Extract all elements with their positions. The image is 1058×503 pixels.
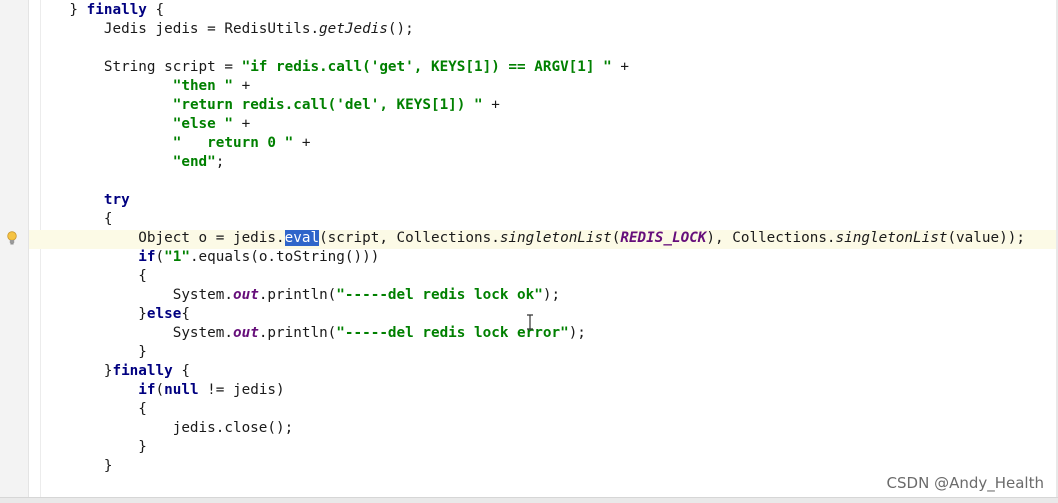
code-token: singletonList [499, 230, 612, 246]
code-line[interactable]: if(null != jedis) [35, 381, 285, 400]
selected-token: eval [284, 230, 320, 246]
code-token: (); [387, 21, 414, 37]
code-line[interactable]: "end"; [35, 153, 225, 172]
code-token: if [138, 382, 156, 398]
editor-gutter[interactable] [0, 0, 28, 497]
code-token: Jedis jedis = RedisUtils. [35, 21, 320, 37]
code-token: "1" [164, 249, 190, 265]
code-token: + [293, 135, 311, 151]
code-token: ), Collections. [706, 230, 836, 246]
code-line[interactable]: { [35, 400, 147, 419]
code-line[interactable]: Jedis jedis = RedisUtils.getJedis(); [35, 20, 414, 39]
code-token: "-----del redis lock ok" [336, 287, 543, 303]
code-token: + [233, 78, 251, 94]
code-token: + [611, 59, 629, 75]
code-token: Object o = jedis. [35, 230, 285, 246]
code-token: System. [35, 287, 233, 303]
code-token: { [146, 2, 165, 18]
code-token: { [35, 268, 147, 284]
code-line[interactable]: " return 0 " + [35, 134, 311, 153]
code-token: if [138, 249, 156, 265]
watermark: CSDN @Andy_Health [886, 474, 1044, 492]
code-token: } [35, 2, 87, 18]
code-line[interactable]: if("1".equals(o.toString())) [35, 248, 379, 267]
editor-bottom-bar [0, 497, 1058, 503]
code-token: ); [568, 325, 586, 341]
code-token: { [172, 363, 190, 379]
code-editor[interactable]: } finally { Jedis jedis = RedisUtils.get… [0, 0, 1058, 503]
code-line[interactable]: System.out.println("-----del redis lock … [35, 286, 560, 305]
text-cursor-icon [527, 314, 533, 330]
code-token: singletonList [835, 230, 948, 246]
code-line[interactable]: System.out.println("-----del redis lock … [35, 324, 586, 343]
code-token: { [35, 211, 113, 227]
code-token: } [35, 363, 113, 379]
code-token: " return 0 " [172, 135, 294, 151]
code-token: System. [35, 325, 233, 341]
code-token: != jedis) [198, 382, 285, 398]
code-token: jedis.close(); [35, 420, 294, 436]
code-token: { [35, 401, 147, 417]
code-token: "if redis.call('get', KEYS[1]) == ARGV[1… [241, 59, 612, 75]
code-line[interactable]: String script = "if redis.call('get', KE… [35, 58, 629, 77]
code-token: "then " [172, 78, 233, 94]
code-line[interactable]: "then " + [35, 77, 250, 96]
code-line[interactable]: } finally { [35, 1, 164, 20]
code-line[interactable]: try [35, 191, 130, 210]
code-token: else [146, 306, 182, 322]
code-token: .equals(o.toString())) [189, 249, 380, 265]
code-token: { [181, 306, 190, 322]
code-token: } [35, 344, 147, 360]
code-token: null [164, 382, 199, 398]
code-token: + [482, 97, 500, 113]
code-token: out [232, 287, 259, 303]
code-token: REDIS_LOCK [620, 230, 707, 246]
lightbulb-icon[interactable] [6, 231, 18, 245]
code-line[interactable]: "return redis.call('del', KEYS[1]) " + [35, 96, 500, 115]
code-line[interactable]: Object o = jedis.eval(script, Collection… [35, 229, 1025, 248]
code-line[interactable]: { [35, 267, 147, 286]
code-token: } [35, 458, 113, 474]
code-token: finally [86, 2, 147, 18]
code-token: } [35, 306, 147, 322]
code-token: "return redis.call('del', KEYS[1]) " [172, 97, 483, 113]
code-line[interactable]: jedis.close(); [35, 419, 294, 438]
code-token: "end" [172, 154, 216, 170]
code-token: ( [155, 382, 165, 398]
code-token: ( [155, 249, 165, 265]
code-line[interactable]: } [35, 343, 147, 362]
code-token: "else " [172, 116, 233, 132]
code-line[interactable]: } [35, 457, 113, 476]
code-token: .println( [258, 325, 337, 341]
code-token: (value)); [947, 230, 1025, 246]
code-token: out [232, 325, 259, 341]
code-token: (script, Collections. [319, 230, 500, 246]
code-line[interactable]: }else{ [35, 305, 190, 324]
code-token: .println( [258, 287, 337, 303]
code-line[interactable]: "else " + [35, 115, 250, 134]
code-line[interactable]: } [35, 438, 147, 457]
code-token: + [233, 116, 251, 132]
code-token: finally [112, 363, 173, 379]
code-line[interactable]: }finally { [35, 362, 190, 381]
code-token: try [103, 192, 130, 208]
code-token: getJedis [319, 21, 388, 37]
code-token: ; [215, 154, 225, 170]
code-line[interactable]: { [35, 210, 113, 229]
code-token: String script = [35, 59, 242, 75]
code-token: ); [542, 287, 561, 303]
code-token: } [35, 439, 147, 455]
